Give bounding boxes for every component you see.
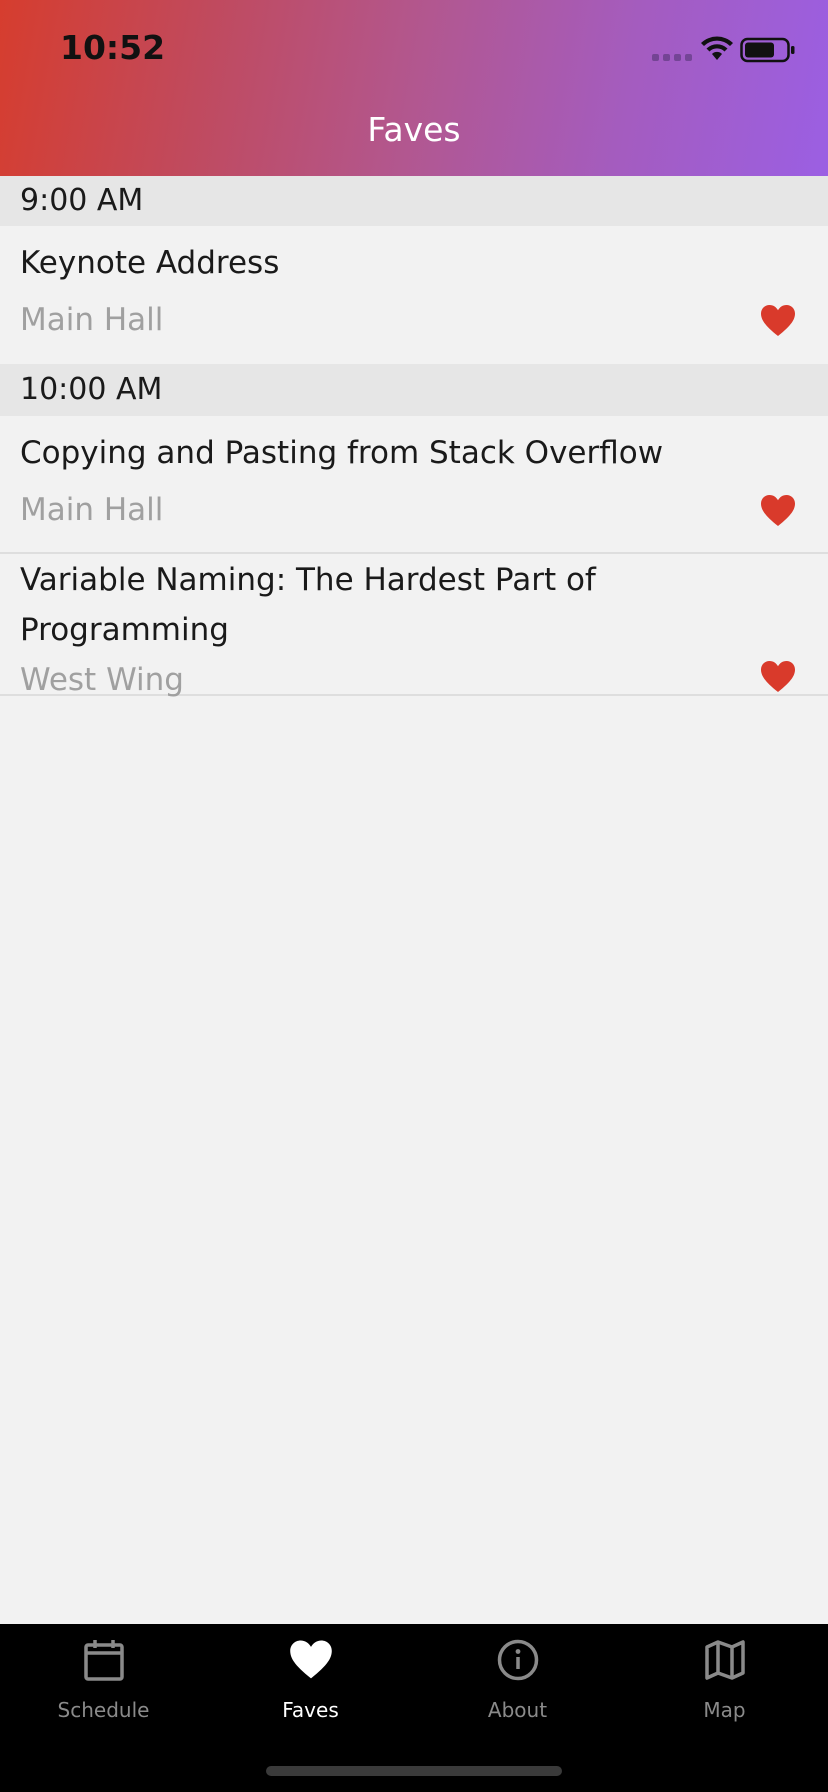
session-list-item[interactable]: Variable Naming: The Hardest Part of Pro… [0, 554, 828, 698]
section-header-time: 10:00 AM [0, 364, 828, 416]
tab-label: Schedule [57, 1698, 150, 1722]
battery-icon [740, 37, 795, 63]
session-title: Variable Naming: The Hardest Part of Pro… [20, 562, 596, 648]
info-icon [497, 1639, 538, 1681]
tab-map[interactable]: Map [621, 1638, 828, 1738]
tab-about[interactable]: About [414, 1638, 621, 1738]
session-list-item[interactable]: Keynote Address Main Hall [0, 226, 828, 364]
favorite-heart-icon[interactable] [760, 304, 796, 338]
section-header-time: 9:00 AM [0, 176, 828, 226]
heart-icon [289, 1640, 332, 1679]
nav-header: 10:52 Faves [0, 0, 828, 176]
tab-label: Faves [282, 1698, 339, 1722]
cellular-signal-icon [652, 54, 692, 61]
session-title: Keynote Address [20, 245, 280, 281]
tab-schedule[interactable]: Schedule [0, 1638, 207, 1738]
favorite-heart-icon[interactable] [760, 494, 796, 528]
calendar-icon [83, 1640, 124, 1681]
favorite-heart-icon[interactable] [760, 660, 796, 694]
session-room: West Wing [20, 662, 184, 698]
map-icon [704, 1640, 745, 1680]
home-indicator[interactable] [266, 1766, 562, 1776]
status-time: 10:52 [60, 28, 166, 67]
tab-faves[interactable]: Faves [207, 1638, 414, 1738]
tab-label: About [487, 1698, 548, 1722]
page-title: Faves [367, 110, 461, 149]
session-title: Copying and Pasting from Stack Overflow [20, 435, 664, 471]
session-list-item[interactable]: Copying and Pasting from Stack Overflow … [0, 416, 828, 554]
wifi-icon [701, 36, 733, 60]
session-room: Main Hall [20, 302, 164, 338]
tab-label: Map [703, 1698, 746, 1722]
session-room: Main Hall [20, 492, 164, 528]
